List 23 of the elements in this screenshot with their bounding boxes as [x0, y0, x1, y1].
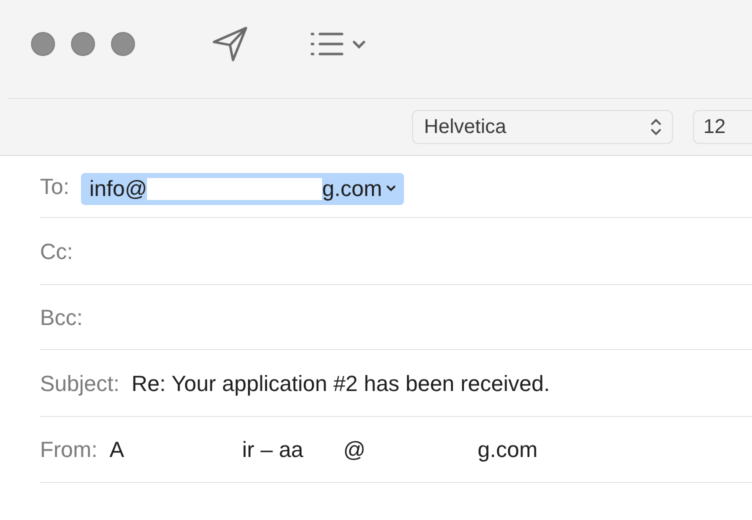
font-menu[interactable]: Helvetica	[412, 110, 674, 144]
list-icon[interactable]	[310, 31, 344, 57]
stepper-icon	[651, 118, 662, 136]
font-size-field[interactable]: 12	[693, 110, 752, 144]
chevron-down-icon[interactable]	[386, 185, 396, 192]
sender-text: g.com	[478, 436, 538, 464]
window-zoom-button[interactable]	[111, 32, 135, 56]
subject-text[interactable]: Re: Your application #2 has been received.	[132, 366, 550, 400]
sender-text: @	[343, 436, 366, 464]
field-label: Cc:	[40, 238, 73, 266]
field-label: From:	[40, 436, 98, 464]
token-text: info@	[89, 175, 148, 203]
token-text: g.com	[322, 175, 382, 203]
recipient-token[interactable]: info@ g.com	[81, 172, 404, 204]
window-close-button[interactable]	[31, 32, 55, 56]
field-label: Bcc:	[40, 304, 83, 332]
chevron-down-icon[interactable]	[352, 40, 366, 48]
window-minimize-button[interactable]	[71, 32, 95, 56]
field-label: To:	[40, 173, 70, 201]
field-label: Subject:	[40, 370, 120, 398]
sender-text: ir – aa	[242, 436, 304, 464]
sender-text: A	[109, 436, 124, 464]
send-icon[interactable]	[212, 26, 248, 62]
